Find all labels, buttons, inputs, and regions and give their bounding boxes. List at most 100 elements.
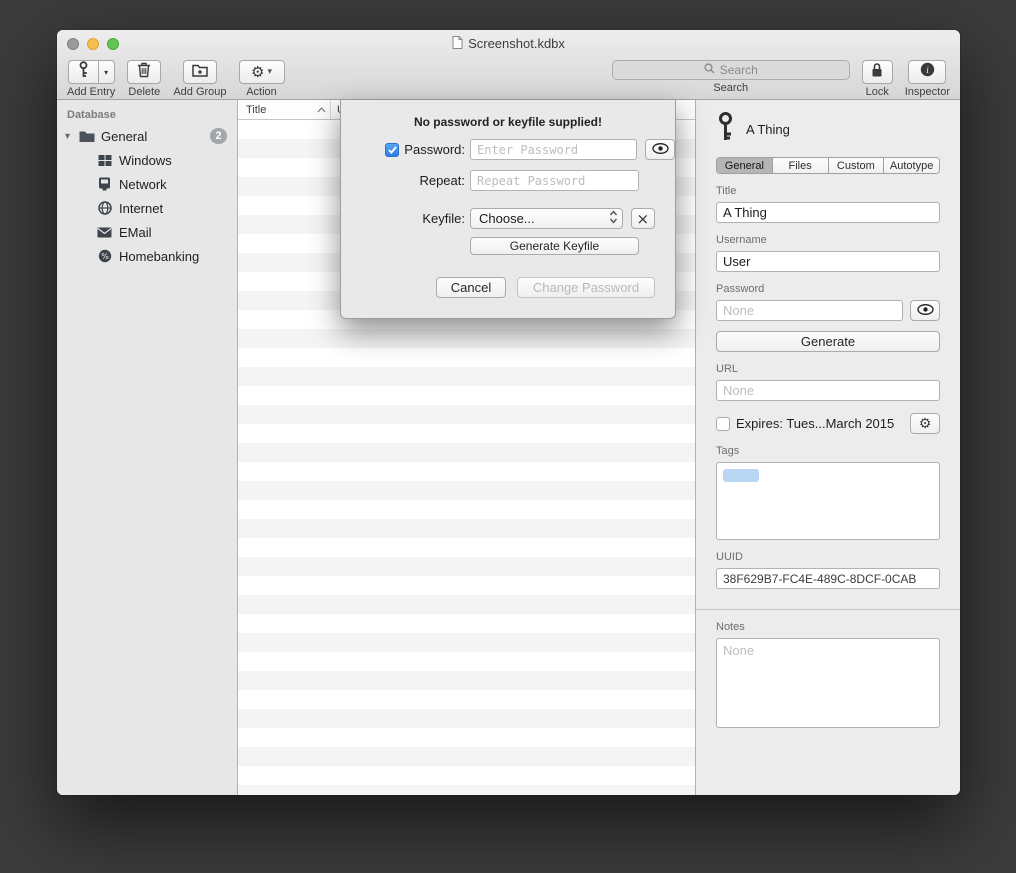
url-field-label: URL: [716, 363, 940, 375]
tags-box[interactable]: [716, 462, 940, 540]
sidebar-item-label: General: [101, 129, 147, 144]
sidebar-item-label: EMail: [119, 225, 152, 240]
zoom-button[interactable]: [107, 38, 119, 50]
tab-general[interactable]: General: [717, 158, 773, 173]
lock-icon: [870, 62, 884, 83]
delete-label: Delete: [128, 86, 160, 98]
uuid-field-label: UUID: [716, 551, 940, 563]
sidebar-item-windows[interactable]: Windows: [57, 148, 237, 172]
title-input[interactable]: [716, 202, 940, 223]
document-icon: [452, 36, 463, 52]
sidebar-item-label: Homebanking: [119, 249, 199, 264]
search-placeholder: Search: [720, 63, 758, 77]
repeat-password-input[interactable]: [470, 170, 639, 191]
percent-coin-icon: %: [96, 248, 113, 264]
lock-button[interactable]: [862, 60, 893, 84]
inspector-panel: A Thing General Files Custom Autotype Ti…: [695, 100, 960, 795]
sidebar-item-label: Internet: [119, 201, 163, 216]
password-label: Password:: [404, 142, 465, 157]
add-entry-button[interactable]: [68, 60, 98, 84]
url-input[interactable]: [716, 380, 940, 401]
chevron-down-icon: ▾: [104, 68, 108, 77]
repeat-row: Repeat:: [361, 170, 655, 191]
folder-plus-icon: [192, 63, 208, 82]
generate-password-button[interactable]: Generate: [716, 331, 940, 352]
toolbar-right-group: Search Search Lock i: [612, 60, 950, 98]
tab-autotype[interactable]: Autotype: [884, 158, 939, 173]
traffic-lights: [67, 38, 119, 50]
sidebar-item-email[interactable]: EMail: [57, 220, 237, 244]
close-x-icon: ×: [637, 210, 650, 228]
keyfile-label-group: Keyfile:: [361, 211, 465, 226]
tag-chip[interactable]: [723, 469, 759, 482]
minimize-button[interactable]: [87, 38, 99, 50]
notes-textarea[interactable]: [716, 638, 940, 728]
password-checkbox[interactable]: [385, 143, 399, 157]
notes-field-label: Notes: [716, 621, 940, 633]
username-input[interactable]: [716, 251, 940, 272]
sidebar-item-network[interactable]: Network: [57, 172, 237, 196]
add-entry-dropdown-button[interactable]: ▾: [98, 60, 115, 84]
inspector-item: i Inspector: [905, 60, 950, 98]
sidebar-item-general[interactable]: ▾ General 2: [57, 124, 237, 148]
close-button[interactable]: [67, 38, 79, 50]
expires-label: Expires: Tues...March 2015: [736, 416, 904, 431]
expires-checkbox[interactable]: [716, 417, 730, 431]
windows-icon: [96, 152, 113, 168]
sheet-password-input[interactable]: [470, 139, 637, 160]
title-field-label: Title: [716, 185, 940, 197]
show-password-button[interactable]: [645, 139, 675, 160]
show-password-button[interactable]: [910, 300, 940, 321]
keyfile-row: Keyfile: Choose... ×: [361, 208, 655, 229]
disclosure-triangle-icon[interactable]: ▾: [65, 131, 78, 142]
lock-item: Lock: [862, 60, 893, 98]
keyfile-label: Keyfile:: [422, 211, 465, 226]
keyfile-popup[interactable]: Choose...: [470, 208, 623, 229]
search-label: Search: [713, 82, 748, 94]
inspector-separator: [696, 609, 960, 610]
generate-keyfile-button[interactable]: Generate Keyfile: [470, 237, 639, 255]
keyfile-popup-value: Choose...: [479, 211, 609, 226]
sheet-message: No password or keyfile supplied!: [361, 115, 655, 129]
entry-title: A Thing: [746, 122, 790, 137]
password-input[interactable]: [716, 300, 903, 321]
uuid-input[interactable]: [716, 568, 940, 589]
expires-row: Expires: Tues...March 2015 ⚙: [716, 413, 940, 434]
search-icon: [704, 63, 715, 77]
add-group-item: Add Group: [173, 60, 226, 98]
window-title-text: Screenshot.kdbx: [468, 36, 565, 51]
change-password-button[interactable]: Change Password: [517, 277, 655, 298]
inspector-tabs: General Files Custom Autotype: [716, 157, 940, 174]
action-button[interactable]: ⚙ ▾: [239, 60, 285, 84]
eye-icon: [917, 303, 934, 318]
clear-keyfile-button[interactable]: ×: [631, 208, 655, 229]
gear-icon: ⚙: [919, 416, 932, 432]
tab-custom[interactable]: Custom: [829, 158, 885, 173]
generate-keyfile-row: Generate Keyfile: [361, 237, 655, 255]
expires-settings-button[interactable]: ⚙: [910, 413, 940, 434]
inspector-label: Inspector: [905, 86, 950, 98]
sidebar-item-label: Windows: [119, 153, 172, 168]
entry-count-badge: 2: [210, 128, 227, 144]
eye-icon: [652, 142, 669, 157]
sidebar-item-internet[interactable]: Internet: [57, 196, 237, 220]
password-label-group: Password:: [361, 142, 465, 157]
sort-ascending-icon: [317, 104, 326, 116]
add-group-button[interactable]: [183, 60, 217, 84]
column-header-title[interactable]: Title: [238, 100, 331, 119]
sidebar-item-label: Network: [119, 177, 167, 192]
delete-button[interactable]: [127, 60, 161, 84]
window-chrome: Screenshot.kdbx ▾ Ad: [57, 30, 960, 100]
sidebar-item-homebanking[interactable]: % Homebanking: [57, 244, 237, 268]
search-input[interactable]: Search: [612, 60, 850, 80]
popup-stepper-icon: [609, 210, 618, 227]
add-entry-label: Add Entry: [67, 86, 115, 98]
delete-item: Delete: [127, 60, 161, 98]
add-entry-item: ▾ Add Entry: [67, 60, 115, 98]
inspector-button[interactable]: i: [908, 60, 946, 84]
titlebar[interactable]: Screenshot.kdbx: [57, 30, 960, 57]
cancel-button[interactable]: Cancel: [436, 277, 506, 298]
gear-icon: ⚙: [251, 63, 264, 81]
folder-icon: [78, 128, 95, 144]
tab-files[interactable]: Files: [773, 158, 829, 173]
